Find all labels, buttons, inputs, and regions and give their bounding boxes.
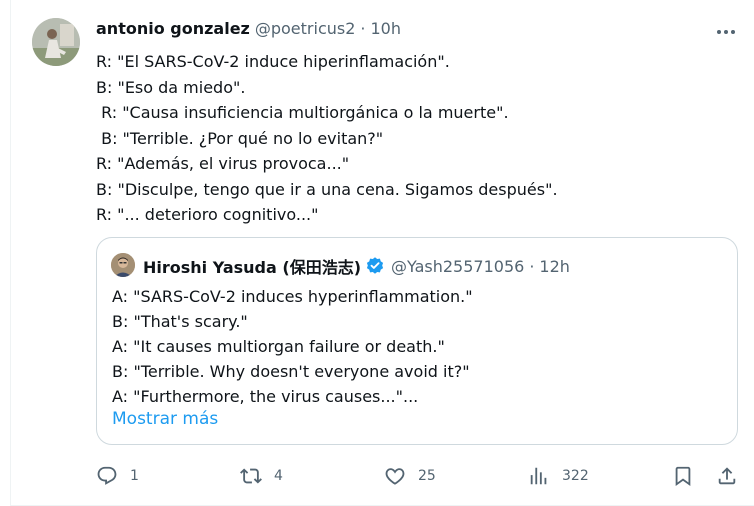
post-text-line: R: "Causa insuficiencia multiorgánica o … bbox=[96, 103, 509, 122]
reply-button[interactable]: 1 bbox=[96, 461, 139, 491]
post-header: antonio gonzalez @poetricus2 · 10h bbox=[96, 19, 401, 41]
post-text-line: R: "Además, el virus provoca..." bbox=[96, 154, 350, 173]
post-timestamp[interactable]: 10h bbox=[371, 19, 402, 38]
author-name[interactable]: antonio gonzalez bbox=[96, 19, 250, 38]
show-more-link[interactable]: Mostrar más bbox=[112, 409, 218, 429]
bookmark-icon bbox=[675, 466, 691, 487]
post-text: R: "El SARS-CoV-2 induce hiperinflamació… bbox=[96, 49, 716, 228]
share-icon bbox=[718, 467, 736, 485]
quoted-author-handle[interactable]: @Yash25571056 bbox=[391, 257, 524, 276]
post-text-line: B: "Disculpe, tengo que ir a una cena. S… bbox=[96, 179, 558, 199]
action-bar: 1 4 25 322 bbox=[96, 461, 746, 491]
quoted-post-text: A: "SARS-CoV-2 induces hyperinflammation… bbox=[112, 284, 722, 409]
bookmark-button[interactable] bbox=[672, 461, 694, 491]
quoted-text-line: B: "Terrible. Why doesn't everyone avoid… bbox=[112, 362, 470, 381]
heart-icon bbox=[385, 468, 405, 485]
separator-dot: · bbox=[360, 19, 366, 38]
quoted-text-line: A: "It causes multiorgan failure or deat… bbox=[112, 337, 445, 356]
post-text-line: B: "Eso da miedo". bbox=[96, 77, 246, 97]
avatar[interactable] bbox=[32, 18, 80, 66]
quoted-text-line: A: "SARS-CoV-2 induces hyperinflammation… bbox=[112, 287, 473, 306]
views-chart-icon bbox=[530, 467, 547, 485]
avatar-image bbox=[32, 18, 80, 66]
more-options-button[interactable] bbox=[714, 22, 738, 42]
author-handle[interactable]: @poetricus2 bbox=[255, 19, 356, 38]
quoted-author-name[interactable]: Hiroshi Yasuda (保田浩志) bbox=[143, 254, 361, 278]
more-horizontal-icon bbox=[717, 30, 735, 34]
post-text-line: B: "Terrible. ¿Por qué no lo evitan?" bbox=[96, 128, 384, 148]
reply-count: 1 bbox=[130, 468, 139, 484]
post-text-line: R: "El SARS-CoV-2 induce hiperinflamació… bbox=[96, 52, 450, 71]
separator-dot: · bbox=[529, 256, 535, 276]
repost-button[interactable]: 4 bbox=[240, 461, 283, 491]
quoted-avatar[interactable] bbox=[111, 253, 135, 277]
quoted-text-line: B: "That's scary." bbox=[112, 312, 248, 331]
quoted-avatar-image bbox=[111, 253, 135, 277]
quoted-post-timestamp[interactable]: 12h bbox=[539, 257, 570, 276]
quoted-post[interactable]: Hiroshi Yasuda (保田浩志) @Yash25571056 · 12… bbox=[96, 237, 738, 445]
views-count: 322 bbox=[562, 468, 589, 484]
post-text-line: R: "... deterioro cognitivo..." bbox=[96, 205, 319, 224]
like-button[interactable]: 25 bbox=[384, 461, 436, 491]
repost-icon bbox=[240, 468, 262, 484]
like-count: 25 bbox=[418, 468, 436, 484]
repost-count: 4 bbox=[274, 468, 283, 484]
reply-icon bbox=[97, 466, 117, 485]
share-button[interactable] bbox=[716, 461, 738, 491]
quoted-post-header: Hiroshi Yasuda (保田浩志) @Yash25571056 · 12… bbox=[143, 254, 570, 278]
views-button[interactable]: 322 bbox=[528, 461, 589, 491]
verified-badge-icon bbox=[366, 257, 384, 274]
quoted-text-line: A: "Furthermore, the virus causes..."... bbox=[112, 387, 419, 406]
